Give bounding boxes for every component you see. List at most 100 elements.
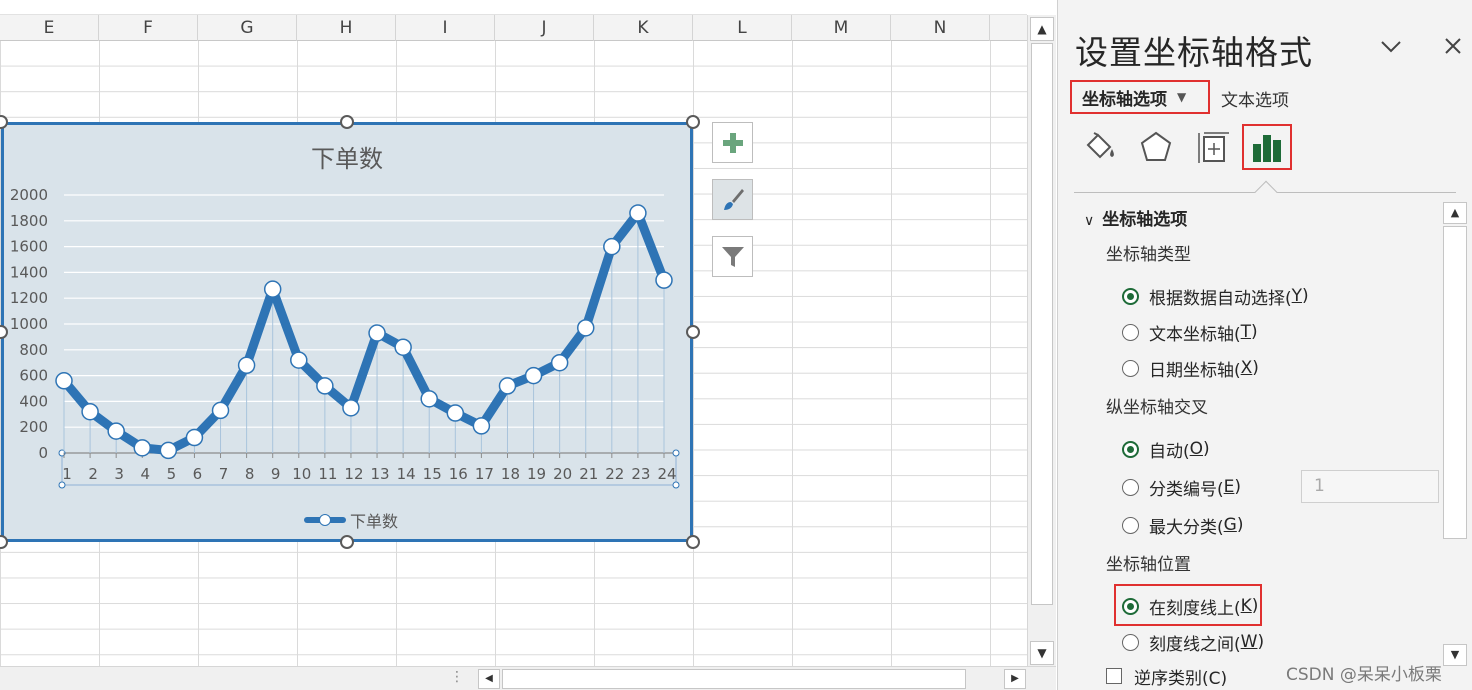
data-point-19 [524,366,543,385]
vertical-cross-label: 纵坐标轴交叉 [1106,398,1208,418]
column-header-i[interactable]: I [396,15,495,41]
watermark-text: CSDN @呆呆小板栗 [1286,665,1442,685]
x-tick-label-6: 6 [193,465,203,483]
size-properties-button[interactable] [1188,124,1238,170]
data-point-20 [550,353,569,372]
pane-scrollbar[interactable]: ▲ ▼ [1443,200,1469,676]
vertical-scrollbar[interactable]: ▲ ▼ [1027,15,1056,666]
radio-button[interactable] [1122,287,1139,305]
horizontal-scroll-thumb[interactable] [502,669,966,689]
radio-cross-category-number[interactable]: 分类编号(E) [1122,475,1241,500]
pane-scroll-down-button[interactable]: ▼ [1443,644,1467,666]
section-axis-options[interactable]: ∨ 坐标轴选项 [1084,205,1187,230]
tab-text-options[interactable]: 文本选项 [1221,86,1289,111]
resize-handle-bottom-right[interactable] [686,535,700,549]
series-line [59,208,669,455]
x-tick-label-24: 24 [657,465,676,483]
x-tick-label-9: 9 [271,465,281,483]
effects-pentagon-icon [1140,131,1172,161]
x-tick-label-7: 7 [219,465,229,483]
line-chart[interactable]: 下单数 0 200 400 600 800 1000 1200 1400 1600 1800 200… [1,122,693,542]
chart-elements-button[interactable] [712,122,753,163]
chart-filters-button[interactable] [712,236,753,277]
spreadsheet-area[interactable]: E F G H I J K L M N 下单数 0 200 400 600 800 100… [0,0,1027,666]
column-header-k[interactable]: K [594,15,693,41]
resize-handle-top-right[interactable] [686,115,700,129]
radio-button[interactable] [1122,516,1139,534]
checkbox[interactable] [1106,668,1122,684]
data-point-18 [498,377,517,395]
scroll-right-button[interactable]: ▶ [1004,669,1026,689]
column-header-e[interactable]: E [0,15,99,41]
tab-axis-options[interactable]: 坐标轴选项 ▼ [1070,80,1210,114]
x-tick-label-20: 20 [553,465,572,483]
pane-pointer [1254,180,1278,204]
x-tick-label-1: 1 [62,465,72,483]
column-header-j[interactable]: J [495,15,594,41]
fill-line-button[interactable] [1075,124,1125,170]
radio-button[interactable] [1122,440,1139,458]
data-point-10 [290,351,308,369]
data-point-3 [107,422,125,440]
data-point-1 [55,372,73,390]
column-header-h[interactable]: H [297,15,396,41]
radio-button[interactable] [1122,359,1139,377]
x-tick-label-13: 13 [370,465,389,483]
x-tick-label-17: 17 [475,465,494,483]
data-point-9 [263,280,282,298]
sheet-bottom-bar: ⋮ ◀ ▶ [0,666,1056,690]
axis-position-label: 坐标轴位置 [1106,555,1191,575]
scroll-down-button[interactable]: ▼ [1030,641,1054,665]
y-tick-label-2000: 2000 [10,186,48,204]
data-point-4 [133,439,152,457]
legend-swatch-icon [304,513,346,527]
resize-handle-top[interactable] [340,115,354,129]
data-point-11 [316,377,334,395]
category-number-input[interactable]: 1 [1301,470,1439,503]
resize-handle-bottom[interactable] [340,535,354,549]
close-icon[interactable] [1444,37,1462,55]
column-header-g[interactable]: G [198,15,297,41]
column-header-l[interactable]: L [693,15,792,41]
radio-button[interactable] [1122,597,1139,615]
x-tick-label-14: 14 [397,465,416,483]
resize-handle-right[interactable] [686,325,700,339]
scroll-up-button[interactable]: ▲ [1030,17,1054,41]
pane-title: 设置坐标轴格式 [1075,33,1313,72]
column-header-n[interactable]: N [891,15,990,41]
radio-button[interactable] [1122,323,1139,341]
axis-options-button[interactable] [1242,124,1292,170]
radio-cross-auto[interactable]: 自动(O) [1122,437,1210,462]
chart-styles-button[interactable] [712,179,753,220]
scroll-left-button[interactable]: ◀ [478,669,500,689]
data-point-8 [237,356,256,375]
effects-button[interactable] [1131,124,1181,170]
pane-scroll-thumb[interactable] [1443,226,1467,539]
radio-button[interactable] [1122,478,1139,496]
checkbox-reverse-order[interactable]: 逆序类别(C) [1106,664,1227,689]
column-header-f[interactable]: F [99,15,198,41]
format-axis-pane: 设置坐标轴格式 坐标轴选项 ▼ 文本选项 ∨ 坐标轴选项 坐标轴类型 根据数据自… [1057,0,1472,690]
radio-date-axis[interactable]: 日期坐标轴(X) [1122,356,1259,381]
radio-cross-max-category[interactable]: 最大分类(G) [1122,513,1243,538]
radio-button[interactable] [1122,633,1139,651]
y-tick-label-0: 0 [38,444,48,462]
chevron-down-icon[interactable] [1380,40,1402,54]
pane-scroll-up-button[interactable]: ▲ [1443,202,1467,224]
radio-on-tick-marks[interactable]: 在刻度线上(K) [1122,594,1258,619]
radio-text-axis[interactable]: 文本坐标轴(T) [1122,320,1258,345]
radio-auto-select[interactable]: 根据数据自动选择(Y) [1122,284,1309,309]
x-tick-label-16: 16 [449,465,468,483]
column-header-m[interactable]: M [792,15,891,41]
split-handle-icon[interactable]: ⋮ [450,669,464,685]
vertical-scroll-thumb[interactable] [1031,43,1053,605]
data-point-24 [655,271,673,289]
plot-area[interactable]: 02004006008001000120014001600180020001 2 3… [4,125,690,539]
data-point-16 [446,404,465,422]
y-tick-label-800: 800 [19,341,48,359]
tab-axis-options-label: 坐标轴选项 [1082,89,1167,110]
radio-between-tick-marks[interactable]: 刻度线之间(W) [1122,630,1264,655]
data-point-23 [629,204,647,222]
chart-legend[interactable]: 下单数 [304,508,398,532]
x-tick-label-11: 11 [318,465,337,483]
